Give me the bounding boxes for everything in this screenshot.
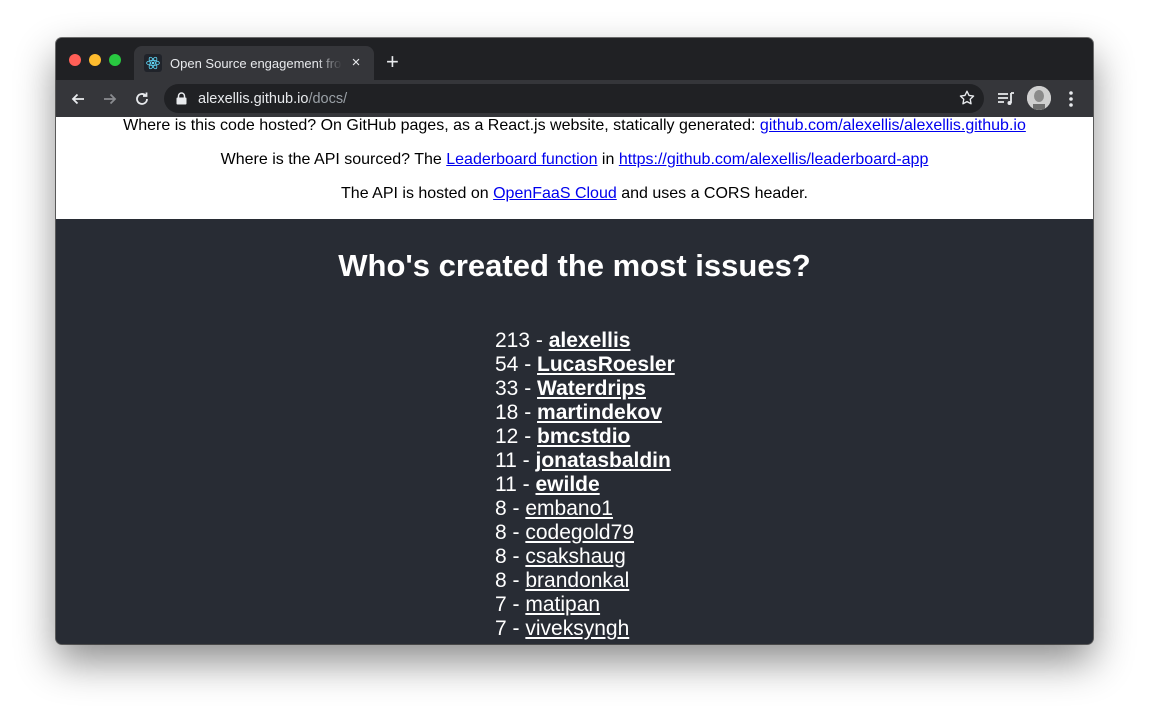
tab-title: Open Source engagement from [170, 55, 342, 71]
leaderboard-app-link[interactable]: https://github.com/alexellis/leaderboard… [619, 151, 929, 168]
maximize-window-button[interactable] [109, 54, 121, 66]
issue-count: 54 [495, 353, 519, 376]
separator: - [506, 521, 526, 544]
separator: - [530, 329, 549, 352]
leaderboard-row: 8 - brandonkal [495, 569, 895, 593]
info-line2-text: Where is the API sourced? The [220, 151, 447, 168]
issue-count: 213 [495, 329, 531, 352]
leaderboard-function-link[interactable]: Leaderboard function [446, 151, 597, 168]
title-bar: Open Source engagement from × + [56, 38, 1093, 80]
separator: - [516, 449, 536, 472]
leaderboard-row: 11 - ewilde [495, 473, 895, 497]
info-line2-mid: in [597, 151, 619, 168]
leaderboard-list: 213 - alexellis 54 - LucasRoesler 33 - Wat… [495, 329, 895, 641]
leaderboard-row: 8 - codegold79 [495, 521, 895, 545]
separator: - [506, 593, 526, 616]
info-line3-text: The API is hosted on [341, 185, 494, 202]
minimize-window-button[interactable] [89, 54, 101, 66]
leaderboard-row: 54 - LucasRoesler [495, 353, 895, 377]
star-icon[interactable] [958, 89, 976, 107]
issue-count: 11 [495, 449, 517, 472]
user-link[interactable]: matipan [525, 593, 600, 616]
leaderboard-row: 8 - csakshaug [495, 545, 895, 569]
separator: - [518, 353, 538, 376]
url-path: /docs/ [308, 90, 348, 107]
issue-count: 8 [495, 569, 507, 592]
close-window-button[interactable] [69, 54, 81, 66]
url-text: alexellis.github.io/docs/ [198, 91, 347, 107]
info-line1-text: Where is this code hosted? On GitHub pag… [123, 117, 760, 134]
user-link[interactable]: martindekov [537, 401, 662, 424]
user-link[interactable]: embano1 [525, 497, 613, 520]
leaderboard-row: 33 - Waterdrips [495, 377, 895, 401]
leaderboard-row: 7 - viveksyngh [495, 617, 895, 641]
user-link[interactable]: alexellis [549, 329, 631, 352]
issue-count: 12 [495, 425, 519, 448]
browser-toolbar: alexellis.github.io/docs/ [56, 80, 1093, 117]
leaderboard-row: 12 - bmcstdio [495, 425, 895, 449]
leaderboard-heading: Who's created the most issues? [338, 248, 811, 283]
info-line3-tail: and uses a CORS header. [616, 185, 808, 202]
separator: - [516, 473, 536, 496]
separator: - [506, 569, 526, 592]
url-host: alexellis.github.io [198, 90, 309, 107]
info-section: Where is this code hosted? On GitHub pag… [56, 117, 1093, 219]
openfaas-cloud-link[interactable]: OpenFaaS Cloud [493, 185, 617, 202]
user-link[interactable]: bmcstdio [537, 425, 630, 448]
issue-count: 11 [495, 473, 517, 496]
separator: - [518, 401, 538, 424]
browser-window: Open Source engagement from × + alexelli… [56, 38, 1093, 644]
issue-count: 8 [495, 521, 507, 544]
issue-count: 8 [495, 545, 507, 568]
leaderboard-row: 18 - martindekov [495, 401, 895, 425]
leaderboard-section: Who's created the most issues? 213 - ale… [56, 219, 1093, 644]
user-link[interactable]: LucasRoesler [537, 353, 675, 376]
issue-count: 7 [495, 593, 507, 616]
new-tab-button[interactable]: + [386, 51, 399, 73]
separator: - [506, 497, 526, 520]
address-bar[interactable]: alexellis.github.io/docs/ [164, 84, 984, 113]
separator: - [506, 617, 526, 640]
info-line-api-host: The API is hosted on OpenFaaS Cloud and … [56, 185, 1093, 203]
separator: - [518, 425, 538, 448]
lock-icon[interactable] [176, 92, 188, 106]
user-link[interactable]: ewilde [535, 473, 599, 496]
tab-active[interactable]: Open Source engagement from × [134, 46, 374, 80]
leaderboard-row: 7 - matipan [495, 593, 895, 617]
page-content: Where is this code hosted? On GitHub pag… [56, 117, 1093, 644]
separator: - [506, 545, 526, 568]
issue-count: 33 [495, 377, 519, 400]
leaderboard-row: 8 - embano1 [495, 497, 895, 521]
info-line-hosting: Where is this code hosted? On GitHub pag… [56, 117, 1093, 135]
reload-icon[interactable] [131, 88, 153, 110]
separator: - [518, 377, 538, 400]
repo-link[interactable]: github.com/alexellis/alexellis.github.io [760, 117, 1026, 134]
issue-count: 8 [495, 497, 507, 520]
issue-count: 7 [495, 617, 507, 640]
issue-count: 18 [495, 401, 519, 424]
user-link[interactable]: brandonkal [525, 569, 629, 592]
media-queue-icon[interactable] [995, 88, 1017, 110]
back-icon[interactable] [67, 88, 89, 110]
user-link[interactable]: codegold79 [525, 521, 634, 544]
tab-close-button[interactable]: × [348, 55, 364, 71]
user-link[interactable]: csakshaug [525, 545, 625, 568]
user-link[interactable]: jonatasbaldin [535, 449, 670, 472]
forward-icon[interactable] [99, 88, 121, 110]
user-link[interactable]: Waterdrips [537, 377, 646, 400]
leaderboard-row: 11 - jonatasbaldin [495, 449, 895, 473]
user-link[interactable]: viveksyngh [525, 617, 629, 640]
leaderboard-row: 213 - alexellis [495, 329, 895, 353]
info-line-api-source: Where is the API sourced? The Leaderboar… [56, 151, 1093, 169]
more-menu-icon[interactable] [1060, 88, 1082, 110]
avatar[interactable] [1027, 86, 1051, 110]
react-favicon-icon [144, 54, 162, 72]
